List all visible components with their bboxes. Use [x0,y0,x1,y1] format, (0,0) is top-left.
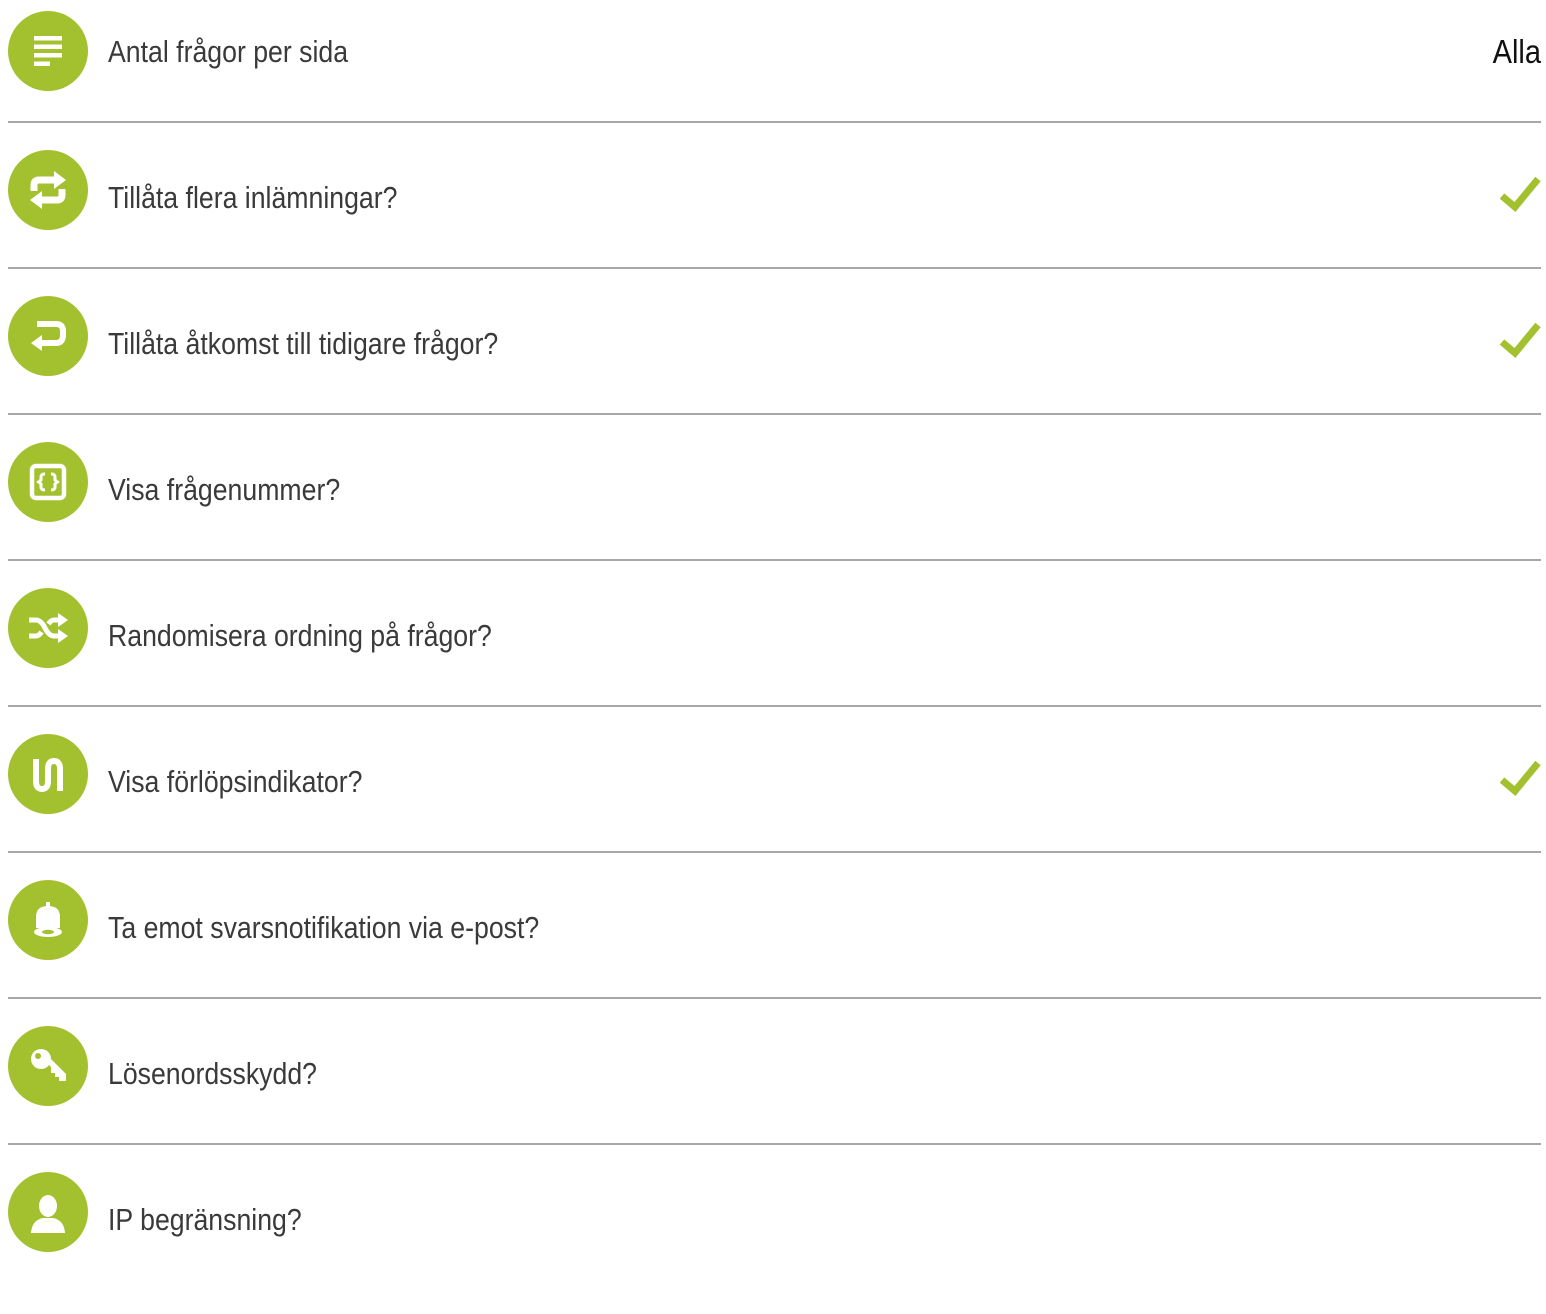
divider [8,559,1541,561]
setting-row-password-protection[interactable]: Lösenordsskydd? [0,1022,1541,1168]
divider [8,1143,1541,1145]
setting-row-randomize-order[interactable]: Randomisera ordning på frågor? [0,584,1541,730]
checkmark-icon[interactable] [1499,758,1541,798]
shuffle-icon [8,588,88,668]
setting-row-show-question-numbers[interactable]: Visa frågenummer? [0,438,1541,584]
divider [8,413,1541,415]
divider [8,267,1541,269]
divider [8,851,1541,853]
list-lines-icon [8,11,88,91]
survey-settings-list: Antal frågor per sida Alla Tillåta flera… [0,0,1546,1252]
questions-per-page-value[interactable]: Alla [1493,32,1541,72]
setting-row-questions-per-page[interactable]: Antal frågor per sida Alla [0,0,1541,146]
setting-label: Tillåta flera inlämningar? [108,180,398,215]
setting-label: Antal frågor per sida [108,34,349,69]
divider [8,705,1541,707]
setting-label: Ta emot svarsnotifikation via e-post? [108,910,540,945]
setting-row-previous-questions-access[interactable]: Tillåta åtkomst till tidigare frågor? [0,292,1541,438]
braces-box-icon [8,442,88,522]
setting-label: Lösenordsskydd? [108,1056,317,1091]
checkmark-icon[interactable] [1499,174,1541,214]
divider [8,121,1541,123]
divider [8,997,1541,999]
setting-label: IP begränsning? [108,1202,302,1237]
setting-label: Visa frågenummer? [108,472,341,507]
checkmark-icon[interactable] [1499,320,1541,360]
setting-row-email-notification[interactable]: Ta emot svarsnotifikation via e-post? [0,876,1541,1022]
setting-label: Randomisera ordning på frågor? [108,618,492,653]
setting-label: Tillåta åtkomst till tidigare frågor? [108,326,499,361]
setting-label: Visa förlöpsindikator? [108,764,363,799]
key-icon [8,1026,88,1106]
setting-row-ip-restriction[interactable]: IP begränsning? [0,1168,1541,1314]
return-arrow-icon [8,296,88,376]
progress-indicator-icon [8,734,88,814]
repeat-arrows-icon [8,150,88,230]
user-icon [8,1172,88,1252]
setting-row-multiple-submissions[interactable]: Tillåta flera inlämningar? [0,146,1541,292]
setting-row-progress-indicator[interactable]: Visa förlöpsindikator? [0,730,1541,876]
bell-icon [8,880,88,960]
